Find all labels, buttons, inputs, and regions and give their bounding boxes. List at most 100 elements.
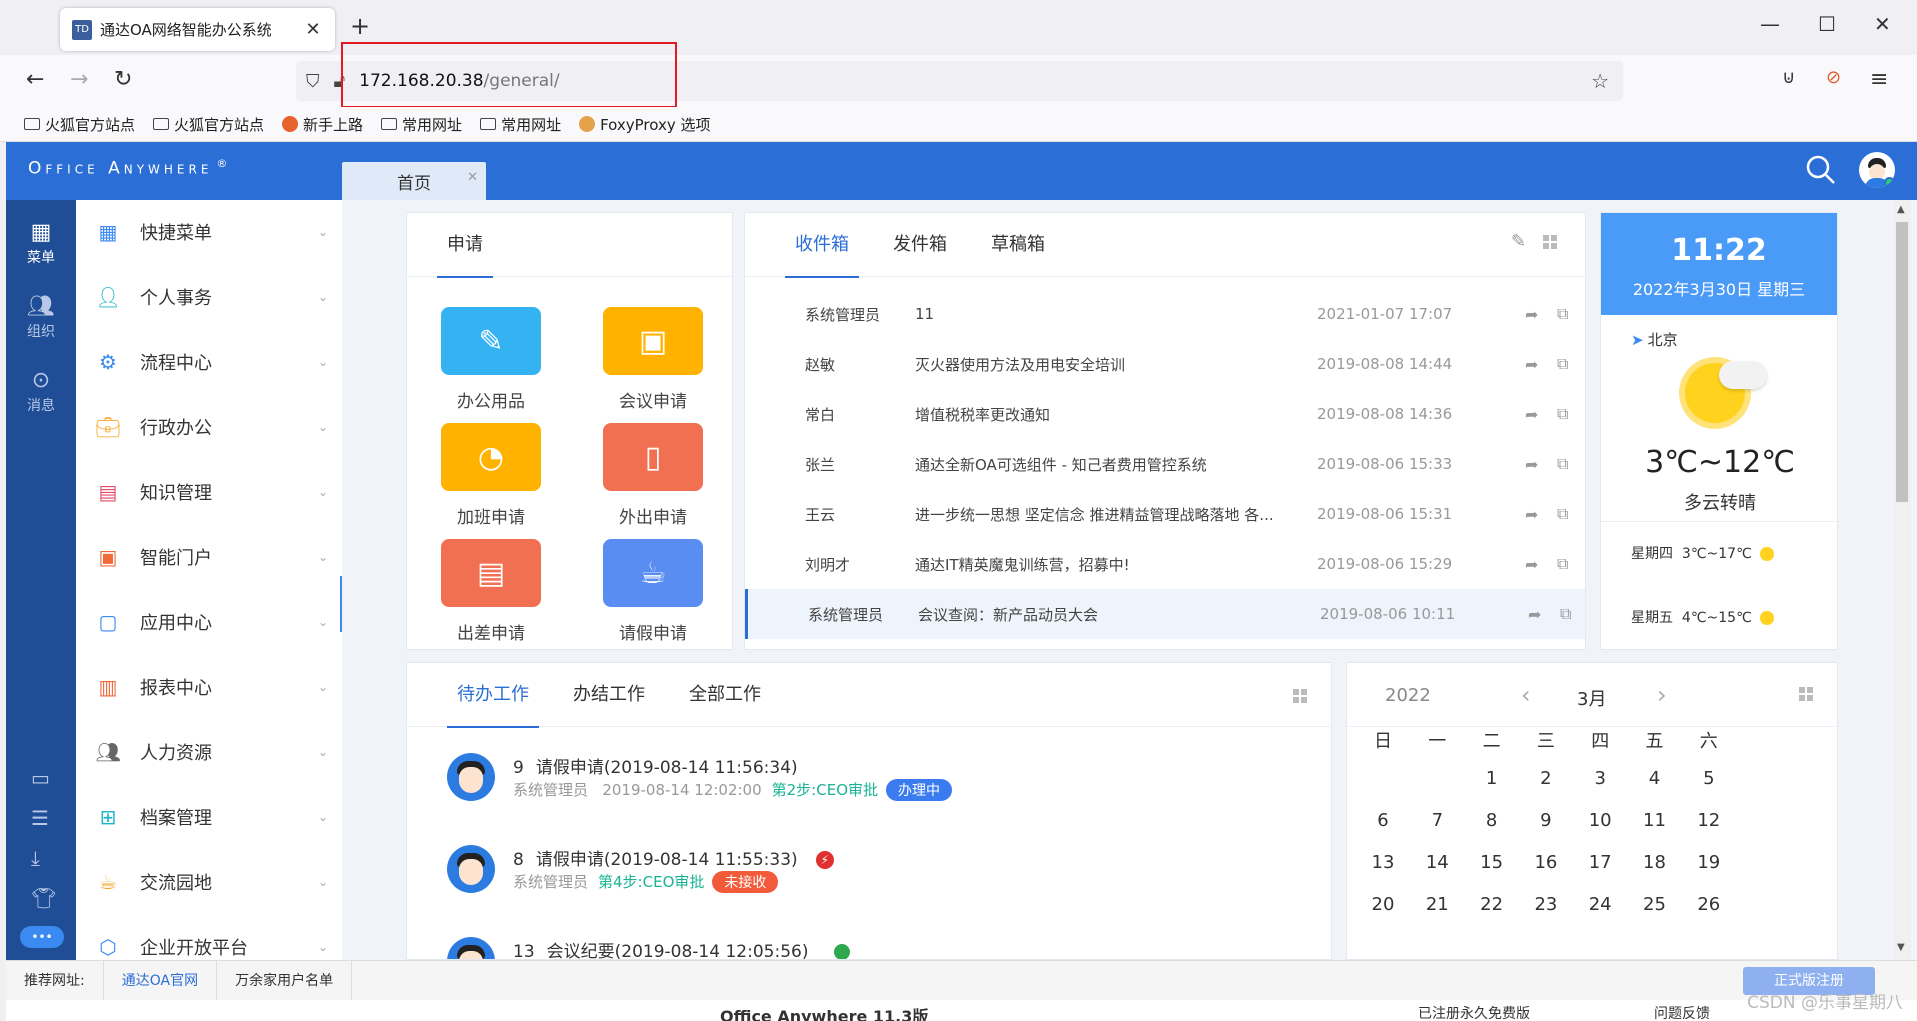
menu-item-knowledge[interactable]: ▤ 知识管理 ⌄ [76, 467, 342, 517]
forward-icon[interactable]: ➦ [1525, 305, 1538, 324]
reload-icon[interactable]: ↻ [114, 67, 132, 92]
mail-subject[interactable]: 11 [915, 305, 1310, 323]
chevron-right-icon[interactable]: › [1657, 681, 1667, 709]
tab-inbox[interactable]: 收件箱 [785, 213, 859, 278]
mail-subject[interactable]: 进一步统一思想 坚定信念 推进精益管理战略落地 各... [915, 504, 1310, 525]
grid-view-icon[interactable] [1799, 687, 1813, 701]
forward-icon[interactable]: ➦ [1525, 455, 1538, 474]
mail-subject[interactable]: 增值税税率更改通知 [915, 404, 1310, 425]
edit-icon[interactable]: ✎ [1511, 231, 1526, 252]
bookmark-item[interactable]: 火狐官方站点 [153, 114, 264, 135]
mail-subject[interactable]: 灭火器使用方法及用电安全培训 [915, 354, 1310, 375]
foxyproxy-icon[interactable]: ⊘ [1826, 67, 1841, 88]
desktop-icon[interactable]: ▭ [31, 766, 50, 790]
open-external-icon[interactable]: ⧉ [1557, 354, 1568, 374]
menu-item-admin[interactable]: 💼︎ 行政办公 ⌄ [76, 402, 342, 452]
back-icon[interactable]: ← [26, 67, 44, 92]
app-meeting-request[interactable]: ▣ 会议申请 [593, 307, 713, 412]
rail-item-menu[interactable]: ▦ 菜单 [6, 220, 76, 267]
feedback-link[interactable]: 问题反馈 [1654, 1003, 1710, 1021]
scroll-down-icon[interactable]: ▼ [1897, 942, 1905, 953]
mail-row[interactable]: 张兰 通达全新OA可选组件 - 知己者费用管控系统 2019-08-06 15:33… [745, 439, 1585, 489]
menu-item-quick[interactable]: ▦ 快捷菜单 ⌄ [76, 207, 342, 257]
new-tab-icon[interactable]: + [350, 12, 370, 40]
close-window-icon[interactable]: ✕ [1874, 12, 1891, 36]
tab-drafts[interactable]: 草稿箱 [991, 213, 1045, 277]
mail-subject[interactable]: 会议查阅：新产品动员大会 [918, 604, 1313, 625]
mail-row[interactable]: 系统管理员 11 2021-01-07 17:07 ➦ ⧉ [745, 289, 1585, 339]
task-item[interactable]: 9 请假申请(2019-08-14 11:56:34) 系统管理员 2019-08… [447, 745, 1147, 815]
shirt-icon[interactable]: 👕︎ [31, 886, 56, 910]
tab-apply[interactable]: 申请 [437, 213, 493, 278]
rail-item-org[interactable]: 👥︎ 组织 [6, 294, 76, 341]
app-business-trip[interactable]: ▤ 出差申请 [431, 539, 551, 644]
task-item[interactable]: 8 请假申请(2019-08-14 11:55:33) ⚡︎ 系统管理员 第4步:CE… [447, 837, 1147, 907]
maximize-icon[interactable]: ☐ [1818, 12, 1836, 36]
tab-todo[interactable]: 待办工作 [447, 663, 539, 728]
rail-item-messages[interactable]: ⊙ 消息 [6, 368, 76, 415]
tab-home[interactable]: 首页 ✕ [342, 162, 486, 200]
task-item[interactable]: 13 会议纪要(2019-08-14 12:05:56) [447, 929, 1147, 959]
forward-icon[interactable]: ➦ [1525, 355, 1538, 374]
browser-tab[interactable]: TD 通达OA网络智能办公系统 ✕ [60, 8, 335, 51]
app-leave-request[interactable]: ☕︎ 请假申请 [593, 539, 713, 644]
mail-row[interactable]: 刘明才 通达IT精英魔鬼训练营，招募中! 2019-08-06 15:29 ➦ ⧉ [745, 539, 1585, 589]
mail-subject[interactable]: 通达IT精英魔鬼训练营，招募中! [915, 554, 1310, 575]
open-external-icon[interactable]: ⧉ [1557, 504, 1568, 524]
bookmark-item[interactable]: 火狐官方站点 [24, 114, 135, 135]
calendar-day[interactable]: 26 [1676, 894, 1742, 915]
app-overtime-request[interactable]: ◔ 加班申请 [431, 423, 551, 528]
tab-done[interactable]: 办结工作 [573, 663, 645, 727]
open-external-icon[interactable]: ⧉ [1557, 304, 1568, 324]
menu-item-community[interactable]: ☕︎ 交流园地 ⌄ [76, 857, 342, 907]
tab-sent[interactable]: 发件箱 [893, 213, 947, 277]
bookmark-star-icon[interactable]: ☆ [1591, 69, 1609, 93]
open-external-icon[interactable]: ⧉ [1557, 554, 1568, 574]
menu-item-report[interactable]: ▥ 报表中心 ⌄ [76, 662, 342, 712]
menu-item-archive[interactable]: ⊞ 档案管理 ⌄ [76, 792, 342, 842]
mail-row[interactable]: 赵敏 灭火器使用方法及用电安全培训 2019-08-08 14:44 ➦ ⧉ [745, 339, 1585, 389]
mail-row[interactable]: 系统管理员 会议查阅：新产品动员大会 2019-08-06 10:11 ➦ ⧉ [745, 589, 1585, 639]
mail-row[interactable]: 王云 进一步统一思想 坚定信念 推进精益管理战略落地 各... 2019-08-06… [745, 489, 1585, 539]
user-avatar[interactable] [1859, 152, 1895, 188]
hamburger-menu-icon[interactable]: ≡ [1870, 67, 1888, 92]
scroll-up-icon[interactable]: ▲ [1897, 204, 1905, 215]
menu-item-app-center[interactable]: ▢ 应用中心 ⌄ [76, 597, 342, 647]
menu-item-portal[interactable]: ▣ 智能门户 ⌄ [76, 532, 342, 582]
mail-row[interactable]: 常白 增值税税率更改通知 2019-08-08 14:36 ➦ ⧉ [745, 389, 1585, 439]
search-icon[interactable] [1805, 154, 1837, 186]
weather-city[interactable]: ➤ 北京 [1631, 329, 1837, 350]
shield-icon[interactable]: ⛉ [306, 71, 320, 92]
calendar-day[interactable]: 5 [1676, 768, 1742, 789]
footer-link-official[interactable]: 通达OA官网 [104, 960, 218, 1001]
calendar-day[interactable]: 19 [1676, 852, 1742, 873]
close-home-tab-icon[interactable]: ✕ [467, 170, 478, 185]
minimize-icon[interactable]: — [1760, 12, 1780, 36]
forward-icon[interactable]: → [70, 67, 88, 92]
calendar-day[interactable]: 12 [1676, 810, 1742, 831]
pocket-icon[interactable]: ⊍ [1782, 67, 1795, 88]
bookmark-item[interactable]: 新手上路 [282, 114, 363, 135]
forward-icon[interactable]: ➦ [1525, 505, 1538, 524]
menu-item-flow[interactable]: ⚙︎ 流程中心 ⌄ [76, 337, 342, 387]
menu-item-personal[interactable]: 👤︎ 个人事务 ⌄ [76, 272, 342, 322]
bookmark-item[interactable]: 常用网址 [381, 114, 462, 135]
tab-all[interactable]: 全部工作 [689, 663, 761, 727]
forward-icon[interactable]: ➦ [1525, 405, 1538, 424]
forward-icon[interactable]: ➦ [1528, 605, 1541, 624]
bookmark-item[interactable]: FoxyProxy 选项 [579, 114, 711, 135]
app-outing-request[interactable]: ▯ 外出申请 [593, 423, 713, 528]
calendar-month[interactable]: 3月 [1577, 685, 1606, 711]
server-icon[interactable]: ☰ [31, 806, 49, 830]
chevron-left-icon[interactable]: ‹ [1521, 681, 1531, 709]
app-office-supplies[interactable]: ✎ 办公用品 [431, 307, 551, 412]
calendar-year[interactable]: 2022 [1385, 685, 1431, 706]
open-external-icon[interactable]: ⧉ [1560, 604, 1571, 624]
forward-icon[interactable]: ➦ [1525, 555, 1538, 574]
page-scrollbar[interactable]: ▲ ▼ [1893, 200, 1911, 960]
rail-toggle[interactable]: ••• [20, 926, 64, 948]
download-icon[interactable]: ⤓ [31, 846, 40, 870]
open-external-icon[interactable]: ⧉ [1557, 454, 1568, 474]
scrollbar-thumb[interactable] [1896, 222, 1908, 502]
bookmark-item[interactable]: 常用网址 [480, 114, 561, 135]
